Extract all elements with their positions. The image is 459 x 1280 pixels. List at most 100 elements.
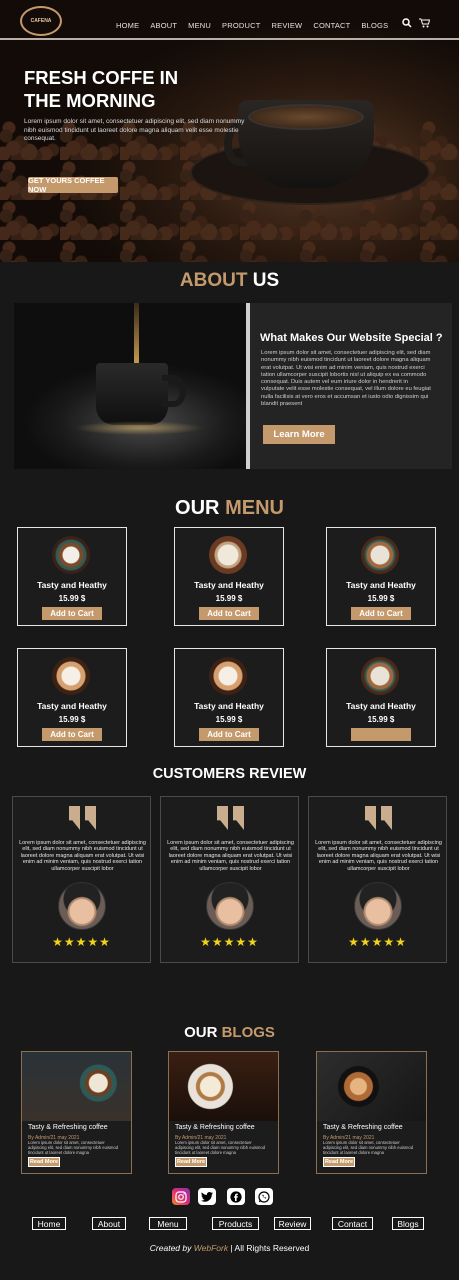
coffee-thumbnail — [361, 536, 399, 574]
read-more-button[interactable]: Read More — [175, 1157, 207, 1167]
about-image — [14, 303, 250, 469]
quote-icon — [69, 806, 97, 830]
menu-card: Tasty and Heathy 15.99 $ Add to Cart — [174, 648, 284, 747]
menu-title-main: OUR — [175, 497, 220, 519]
nav-review[interactable]: REVIEW — [272, 21, 303, 30]
menu-card: Tasty and Heathy 15.99 $ Add to Cart — [174, 527, 284, 626]
splash-image — [74, 421, 204, 435]
footer-link-home[interactable]: Home — [32, 1217, 66, 1230]
footer-link-menu[interactable]: Menu — [149, 1217, 187, 1230]
about-text: Lorem ipsum dolor sit amet, consectetuer… — [261, 350, 431, 408]
twitter-icon[interactable] — [198, 1188, 216, 1205]
read-more-button[interactable]: Read More — [323, 1157, 355, 1167]
add-to-cart-button[interactable]: Add to Cart — [42, 728, 102, 741]
blog-image — [169, 1052, 278, 1121]
blogs-title-accent: BLOGS — [221, 1024, 275, 1041]
footer-link-about[interactable]: About — [92, 1217, 126, 1230]
cart-icon[interactable] — [419, 18, 431, 31]
nav-links: HOME ABOUT MENU PRODUCT REVIEW CONTACT B… — [116, 21, 388, 30]
coffee-thumbnail — [52, 536, 90, 574]
blog-image — [22, 1052, 131, 1121]
learn-more-button[interactable]: Learn More — [263, 425, 335, 444]
quote-icon — [217, 806, 245, 830]
star-rating: ★★★★★ — [200, 935, 259, 949]
footer-link-review[interactable]: Review — [274, 1217, 311, 1230]
review-text: Lorem ipsum dolor sit amet, consectetuer… — [19, 840, 146, 872]
get-coffee-button[interactable]: GET YOURS COFFEE NOW — [28, 176, 118, 194]
nav-contact[interactable]: CONTACT — [313, 21, 350, 30]
nav-blogs[interactable]: BLOGS — [361, 21, 388, 30]
nav-home[interactable]: HOME — [116, 21, 139, 30]
review-card: Lorem ipsum dolor sit amet, consectetuer… — [160, 796, 299, 963]
add-to-cart-button[interactable]: Add to Cart — [42, 607, 102, 620]
menu-card: Tasty and Heathy 15.99 $ Add to Cart — [17, 648, 127, 747]
menu-item-price: 15.99 $ — [215, 715, 243, 724]
star-rating: ★★★★★ — [348, 935, 407, 949]
instagram-icon[interactable] — [172, 1188, 190, 1205]
blog-title: Tasty & Refreshing coffee — [323, 1124, 403, 1131]
nav-menu[interactable]: MENU — [188, 21, 211, 30]
footer-link-contact[interactable]: Contact — [332, 1217, 373, 1230]
reviewer-avatar — [354, 882, 402, 930]
footer-link-products[interactable]: Products — [212, 1217, 259, 1230]
menu-item-price: 15.99 $ — [58, 715, 86, 724]
blogs-title-main: OUR — [184, 1024, 218, 1041]
credit-brand[interactable]: WebFork — [194, 1243, 228, 1253]
nav-product[interactable]: PRODUCT — [222, 21, 260, 30]
hero-description: Lorem ipsum dolor sit amet, consectetuer… — [24, 118, 245, 142]
blog-excerpt: Lorem ipsum dolor sit amet, consectetuer… — [175, 1140, 266, 1155]
hero-title: FRESH COFFE IN THE MORNING — [24, 66, 244, 112]
blog-card: Tasty & Refreshing coffee By Admin/21 ma… — [316, 1051, 427, 1174]
menu-item-name: Tasty and Heathy — [346, 701, 416, 711]
blog-excerpt: Lorem ipsum dolor sit amet, consectetuer… — [323, 1140, 414, 1155]
blog-image — [317, 1052, 426, 1121]
add-to-cart-button[interactable] — [351, 728, 411, 741]
image-edge — [246, 303, 250, 469]
top-navbar: CAFENA HOME ABOUT MENU PRODUCT REVIEW CO… — [0, 0, 459, 40]
blog-title: Tasty & Refreshing coffee — [175, 1124, 255, 1131]
add-to-cart-button[interactable]: Add to Cart — [199, 607, 259, 620]
hero-title-line1: FRESH COFFE IN — [24, 67, 179, 88]
menu-item-name: Tasty and Heathy — [346, 580, 416, 590]
review-card: Lorem ipsum dolor sit amet, consectetuer… — [308, 796, 447, 963]
about-heading: What Makes Our Website Special ? — [260, 332, 443, 344]
about-title-rest: US — [252, 270, 280, 291]
menu-title-accent: MENU — [225, 497, 284, 519]
read-more-button[interactable]: Read More — [28, 1157, 60, 1167]
coffee-thumbnail — [52, 657, 90, 695]
star-rating: ★★★★★ — [52, 935, 111, 949]
footer-link-blogs[interactable]: Blogs — [392, 1217, 424, 1230]
menu-item-price: 15.99 $ — [367, 594, 395, 603]
menu-card: Tasty and Heathy 15.99 $ — [326, 648, 436, 747]
review-card: Lorem ipsum dolor sit amet, consectetuer… — [12, 796, 151, 963]
quote-icon — [365, 806, 393, 830]
add-to-cart-button[interactable]: Add to Cart — [199, 728, 259, 741]
nav-about[interactable]: ABOUT — [150, 21, 177, 30]
review-text: Lorem ipsum dolor sit amet, consectetuer… — [315, 840, 442, 872]
menu-item-name: Tasty and Heathy — [194, 701, 264, 711]
blogs-title: OUR BLOGS — [0, 1024, 459, 1041]
cafena-logo[interactable]: CAFENA — [20, 6, 62, 36]
search-icon[interactable] — [402, 18, 412, 31]
reviews-title: CUSTOMERS REVIEW — [152, 766, 307, 782]
menu-item-price: 15.99 $ — [58, 594, 86, 603]
mug-image — [96, 363, 168, 425]
reviewer-avatar — [58, 882, 106, 930]
review-text: Lorem ipsum dolor sit amet, consectetuer… — [167, 840, 294, 872]
footer-credit: Created by WebFork | All Rights Reserved — [0, 1243, 459, 1253]
hero-title-line2: THE MORNING — [24, 90, 156, 111]
blog-card: Tasty & Refreshing coffee By Admin/21 ma… — [168, 1051, 279, 1174]
whatsapp-icon[interactable] — [255, 1188, 273, 1205]
menu-title: OUR MENU — [0, 497, 459, 520]
add-to-cart-button[interactable]: Add to Cart — [351, 607, 411, 620]
facebook-icon[interactable] — [227, 1188, 245, 1205]
coffee-thumbnail — [209, 536, 247, 574]
menu-item-name: Tasty and Heathy — [37, 701, 107, 711]
coffee-thumbnail — [361, 657, 399, 695]
mug-handle — [162, 375, 186, 407]
about-title: ABOUT US — [0, 270, 459, 292]
menu-card: Tasty and Heathy 15.99 $ Add to Cart — [17, 527, 127, 626]
credit-suffix: | All Rights Reserved — [230, 1243, 310, 1253]
credit-prefix: Created by — [149, 1243, 192, 1253]
coffee-thumbnail — [209, 657, 247, 695]
